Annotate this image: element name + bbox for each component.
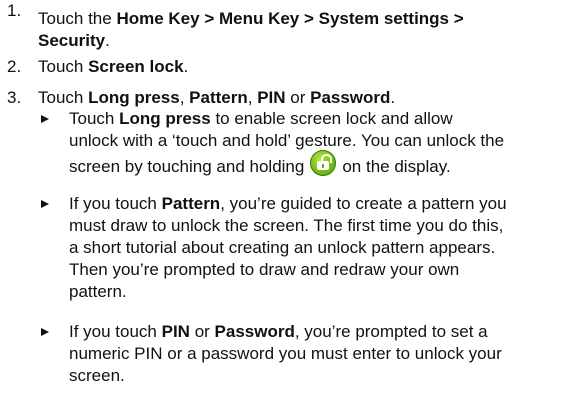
option-name: Long press (88, 88, 180, 107)
instruction-steps: 1. Touch the Home Key > Menu Key > Syste… (0, 0, 584, 113)
separator: , (179, 88, 190, 107)
bullet-line: Touch Long press to enable screen lock a… (69, 108, 580, 130)
bullet-line: a short tutorial about creating an unloc… (69, 238, 496, 257)
step-1: 1. Touch the Home Key > Menu Key > Syste… (0, 0, 584, 54)
option-name: Pattern (161, 194, 221, 213)
step-text-plain: Touch (38, 57, 89, 76)
punctuation: . (390, 88, 396, 107)
option-name: PIN (161, 322, 190, 341)
option-details: Touch Long press to enable screen lock a… (0, 108, 584, 387)
bullet-line: If you touch PIN or Password, you’re pro… (69, 321, 580, 343)
step-number: 1. (7, 1, 22, 20)
bullet-long-press: Touch Long press to enable screen lock a… (0, 108, 584, 193)
step-text: Touch the Home Key > Menu Key > System s… (38, 8, 584, 30)
bullet-triangle-icon (41, 115, 49, 123)
option-name: Pattern (189, 88, 248, 107)
bullet-triangle-icon (41, 328, 49, 336)
step-text-plain: Touch (38, 88, 89, 107)
bullet-triangle-icon (41, 200, 49, 208)
bullet-line: screen. (69, 366, 125, 385)
bullet-text: to enable screen lock and allow (210, 109, 453, 128)
menu-path: Home Key > Menu Key > System settings > (116, 9, 464, 28)
option-name: PIN (257, 88, 286, 107)
separator: or (189, 322, 215, 341)
option-name: Password (214, 322, 295, 341)
step-text-line2: Security. (38, 30, 584, 52)
bullet-text: screen by touching and holding (69, 157, 305, 176)
bullet-line: unlock with a ‘touch and hold’ gesture. … (69, 131, 505, 150)
bullet-text: If you touch (69, 322, 162, 341)
bullet-text: If you touch (69, 194, 162, 213)
menu-path-end: Security (38, 31, 106, 50)
punctuation: . (183, 57, 189, 76)
bullet-line: numeric PIN or a password you must enter… (69, 344, 502, 363)
bullet-pin-password: If you touch PIN or Password, you’re pro… (0, 321, 584, 387)
bullet-line: If you touch Pattern, you’re guided to c… (69, 193, 580, 215)
separator: , (247, 88, 258, 107)
option-name: Screen lock (88, 57, 184, 76)
step-2: 2. Touch Screen lock. (0, 56, 584, 86)
step-number: 2. (7, 57, 22, 76)
bullet-line: must draw to unlock the screen. The firs… (69, 216, 504, 235)
bullet-line: screen by touching and holding on the dis… (69, 150, 580, 184)
green-unlock-icon (310, 150, 337, 176)
bullet-line: Then you’re prompted to draw and redraw … (69, 260, 460, 279)
step-text-plain: Touch the (38, 9, 117, 28)
bullet-pattern: If you touch Pattern, you’re guided to c… (0, 193, 584, 321)
option-name: Long press (119, 109, 211, 128)
bullet-text: on the display. (342, 157, 451, 176)
bullet-text: , you’re prompted to set a (294, 322, 488, 341)
bullet-text: Touch (69, 109, 120, 128)
bullet-line: pattern. (69, 282, 127, 301)
step-number: 3. (7, 88, 22, 107)
punctuation: . (105, 31, 110, 50)
separator: or (285, 88, 311, 107)
option-name: Password (310, 88, 391, 107)
bullet-text: , you’re guided to create a pattern you (220, 194, 507, 213)
